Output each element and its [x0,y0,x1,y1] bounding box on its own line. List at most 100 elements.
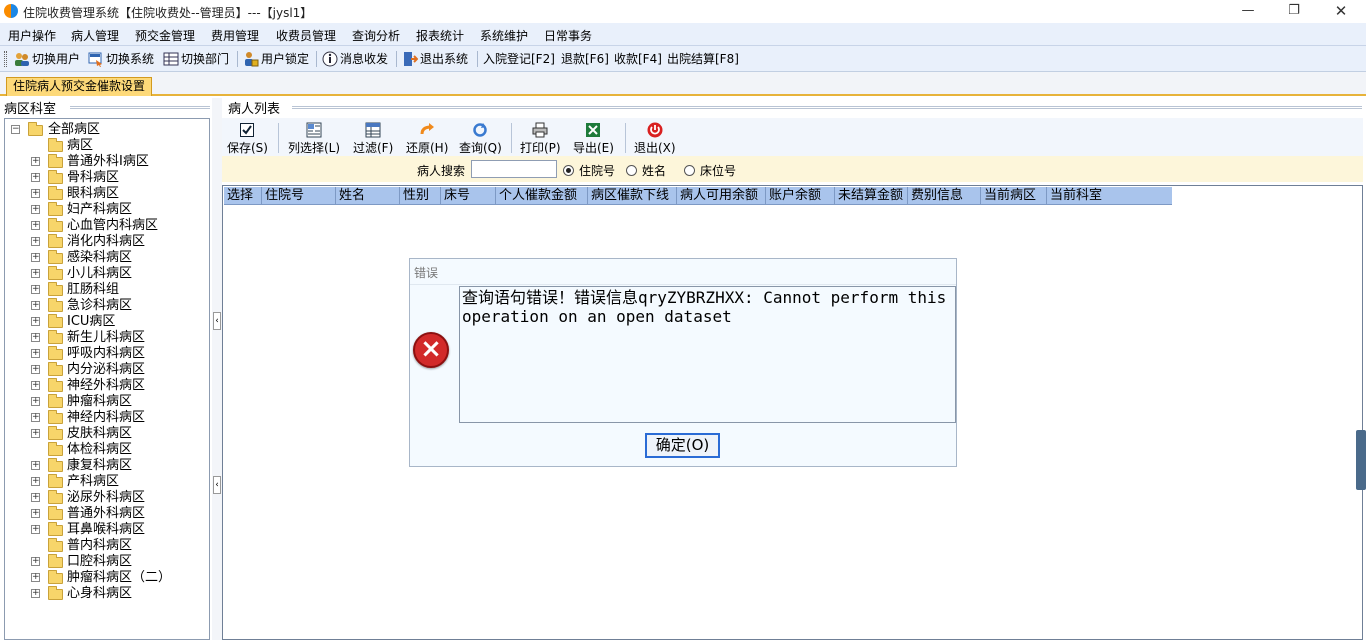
radio-admission-no[interactable]: 住院号 [563,162,615,179]
toolbar-grip[interactable] [4,51,7,67]
switch-dept-button[interactable]: 切换部门 [163,50,229,68]
ok-button[interactable]: 确定(O) [645,433,720,458]
col-account-balance[interactable]: 账户余额 [766,187,835,205]
menu-fee-management[interactable]: 费用管理 [211,27,259,44]
tree-item-ward[interactable]: + 小儿科病区 [5,266,205,282]
print-button[interactable]: 打印(P) [520,122,561,156]
tree-item-ward[interactable]: 病区 [5,138,205,154]
col-admission-no[interactable]: 住院号 [262,187,336,205]
expand-icon[interactable]: + [31,477,40,486]
col-current-dept[interactable]: 当前科室 [1047,187,1172,205]
expand-icon[interactable]: + [31,589,40,598]
discharge-button[interactable]: 出院结算[F8] [667,50,739,68]
tree-item-ward[interactable]: + 妇产科病区 [5,202,205,218]
close-button[interactable]: ✕ [1318,1,1364,21]
expand-icon[interactable]: + [31,189,40,198]
expand-icon[interactable]: + [31,269,40,278]
tree-item-ward[interactable]: + 普通外科病区 [5,506,205,522]
expand-icon[interactable]: + [31,205,40,214]
collapse-icon[interactable]: − [11,125,20,134]
radio-bed-no[interactable]: 床位号 [684,162,736,179]
col-personal-reminder-amount[interactable]: 个人催款金额 [496,187,588,205]
col-bed-no[interactable]: 床号 [441,187,496,205]
tab-deposit-reminder-settings[interactable]: 住院病人预交金催款设置 [6,77,153,96]
expand-icon[interactable]: + [31,461,40,470]
tree-root-all-wards[interactable]: − 全部病区 [5,122,205,138]
column-select-button[interactable]: 列选择(L) [288,122,340,156]
tree-item-ward[interactable]: + 呼吸内科病区 [5,346,205,362]
exit-button[interactable]: 退出(X) [634,122,676,156]
expand-icon[interactable]: + [31,365,40,374]
tree-item-ward[interactable]: + 骨科病区 [5,170,205,186]
expand-icon[interactable]: + [31,557,40,566]
charge-button[interactable]: 收款[F4] [614,50,662,68]
panel-splitter[interactable]: ‹ ‹ [212,98,222,640]
menu-deposit-management[interactable]: 预交金管理 [135,27,195,44]
col-fee-category[interactable]: 费别信息 [908,187,981,205]
col-available-balance[interactable]: 病人可用余额 [677,187,766,205]
menu-user-operations[interactable]: 用户操作 [8,27,56,44]
collapse-left-arrow-icon[interactable]: ‹ [213,312,221,330]
menu-query-analysis[interactable]: 查询分析 [352,27,400,44]
expand-icon[interactable]: + [31,285,40,294]
menu-patient-management[interactable]: 病人管理 [71,27,119,44]
expand-icon[interactable]: + [31,573,40,582]
tree-item-ward[interactable]: + 新生儿科病区 [5,330,205,346]
expand-icon[interactable]: + [31,429,40,438]
tree-item-ward[interactable]: + 消化内科病区 [5,234,205,250]
col-name[interactable]: 姓名 [336,187,400,205]
export-button[interactable]: 导出(E) [573,122,614,156]
expand-icon[interactable]: + [31,221,40,230]
save-button[interactable]: 保存(S) [227,122,268,156]
col-current-ward[interactable]: 当前病区 [981,187,1047,205]
expand-icon[interactable]: + [31,493,40,502]
filter-button[interactable]: 过滤(F) [353,122,393,156]
tree-item-ward[interactable]: + 急诊科病区 [5,298,205,314]
expand-icon[interactable]: + [31,413,40,422]
minimize-button[interactable]: — [1225,1,1271,21]
switch-system-button[interactable]: 切换系统 [88,50,154,68]
expand-icon[interactable]: + [31,349,40,358]
tree-item-ward[interactable]: 体检科病区 [5,442,205,458]
tree-item-ward[interactable]: + 普通外科Ⅰ病区 [5,154,205,170]
restore-button[interactable]: ❐ [1271,1,1317,21]
expand-icon[interactable]: + [31,317,40,326]
col-unsettled-amount[interactable]: 未结算金额 [835,187,908,205]
refund-button[interactable]: 退款[F6] [561,50,609,68]
tree-item-ward[interactable]: + 皮肤科病区 [5,426,205,442]
ward-tree[interactable]: − 全部病区 病区 + 普通外科Ⅰ病区 + 骨科病区 + 眼科病区 + 妇产科病区 + 心血管内科病… [4,118,210,640]
menu-report-statistics[interactable]: 报表统计 [416,27,464,44]
expand-icon[interactable]: + [31,157,40,166]
expand-icon[interactable]: + [31,237,40,246]
tree-item-ward[interactable]: + ICU病区 [5,314,205,330]
expand-icon[interactable]: + [31,173,40,182]
tree-item-ward[interactable]: + 泌尿外科病区 [5,490,205,506]
admission-button[interactable]: 入院登记[F2] [483,50,555,68]
expand-icon[interactable]: + [31,301,40,310]
switch-user-button[interactable]: 切换用户 [14,50,80,68]
tree-item-ward[interactable]: + 心身科病区 [5,586,205,602]
tree-item-ward[interactable]: + 感染科病区 [5,250,205,266]
expand-icon[interactable]: + [31,333,40,342]
expand-icon[interactable]: + [31,509,40,518]
expand-icon[interactable]: + [31,525,40,534]
tree-item-ward[interactable]: + 神经内科病区 [5,410,205,426]
tree-item-ward[interactable]: + 产科病区 [5,474,205,490]
collapse-left-arrow-icon-2[interactable]: ‹ [213,476,221,494]
messages-button[interactable]: 消息收发 [322,50,388,68]
tree-item-ward[interactable]: + 心血管内科病区 [5,218,205,234]
restore-button-toolbar[interactable]: 还原(H) [406,122,448,156]
menu-cashier-management[interactable]: 收费员管理 [276,27,336,44]
expand-icon[interactable]: + [31,381,40,390]
radio-name[interactable]: 姓名 [626,162,666,179]
tree-item-ward[interactable]: + 肿瘤科病区 [5,394,205,410]
tree-item-ward[interactable]: + 康复科病区 [5,458,205,474]
tree-item-ward[interactable]: + 眼科病区 [5,186,205,202]
tree-item-ward[interactable]: + 口腔科病区 [5,554,205,570]
tree-item-ward[interactable]: + 肛肠科组 [5,282,205,298]
patient-search-input[interactable] [471,160,557,178]
tree-item-ward[interactable]: + 肿瘤科病区（二） [5,570,205,586]
col-gender[interactable]: 性别 [400,187,441,205]
query-button[interactable]: 查询(Q) [459,122,502,156]
exit-system-button[interactable]: 退出系统 [402,50,468,68]
